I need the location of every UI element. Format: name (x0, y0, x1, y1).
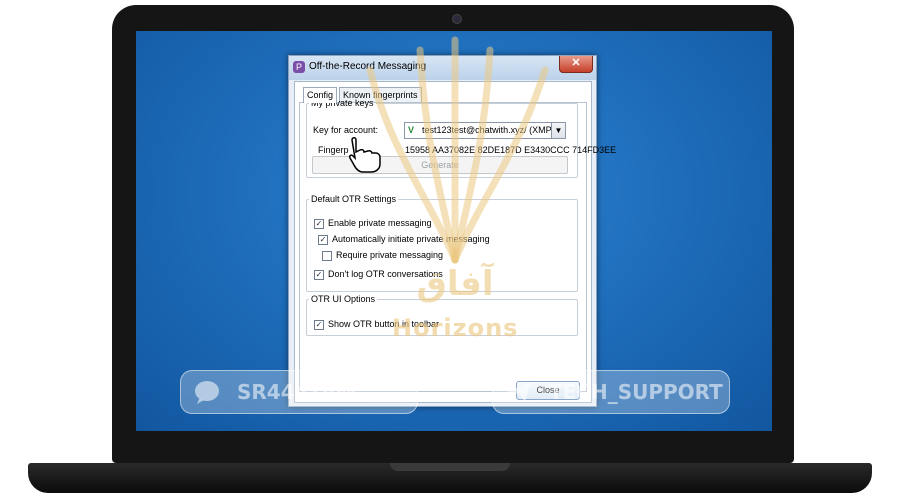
svg-text:آفاق: آفاق (416, 262, 494, 304)
left-handle-text: SR444TAW (237, 380, 358, 404)
tab-config[interactable]: Config (303, 87, 338, 103)
auto-initiate-checkbox[interactable]: ✓ (318, 235, 328, 245)
enable-private-messaging-checkbox[interactable]: ✓ (314, 219, 324, 229)
dont-log-checkbox[interactable]: ✓ (314, 270, 324, 280)
hand-pointer-cursor-icon (349, 137, 381, 173)
right-handle-badge: TECH_SUPPORT (492, 370, 730, 414)
left-handle-badge: SR444TAW (180, 370, 418, 414)
app-icon: P (293, 61, 305, 73)
right-handle-text: TECH_SUPPORT (549, 380, 723, 404)
webcam (452, 14, 462, 24)
laptop-notch (390, 463, 510, 471)
chat-bubble-icon (195, 381, 219, 404)
horizons-watermark-text: Horizons (392, 314, 519, 342)
show-otr-button-checkbox[interactable]: ✓ (314, 320, 324, 330)
horizons-logo-watermark: آفاق (366, 36, 549, 304)
paper-plane-icon (507, 382, 531, 402)
